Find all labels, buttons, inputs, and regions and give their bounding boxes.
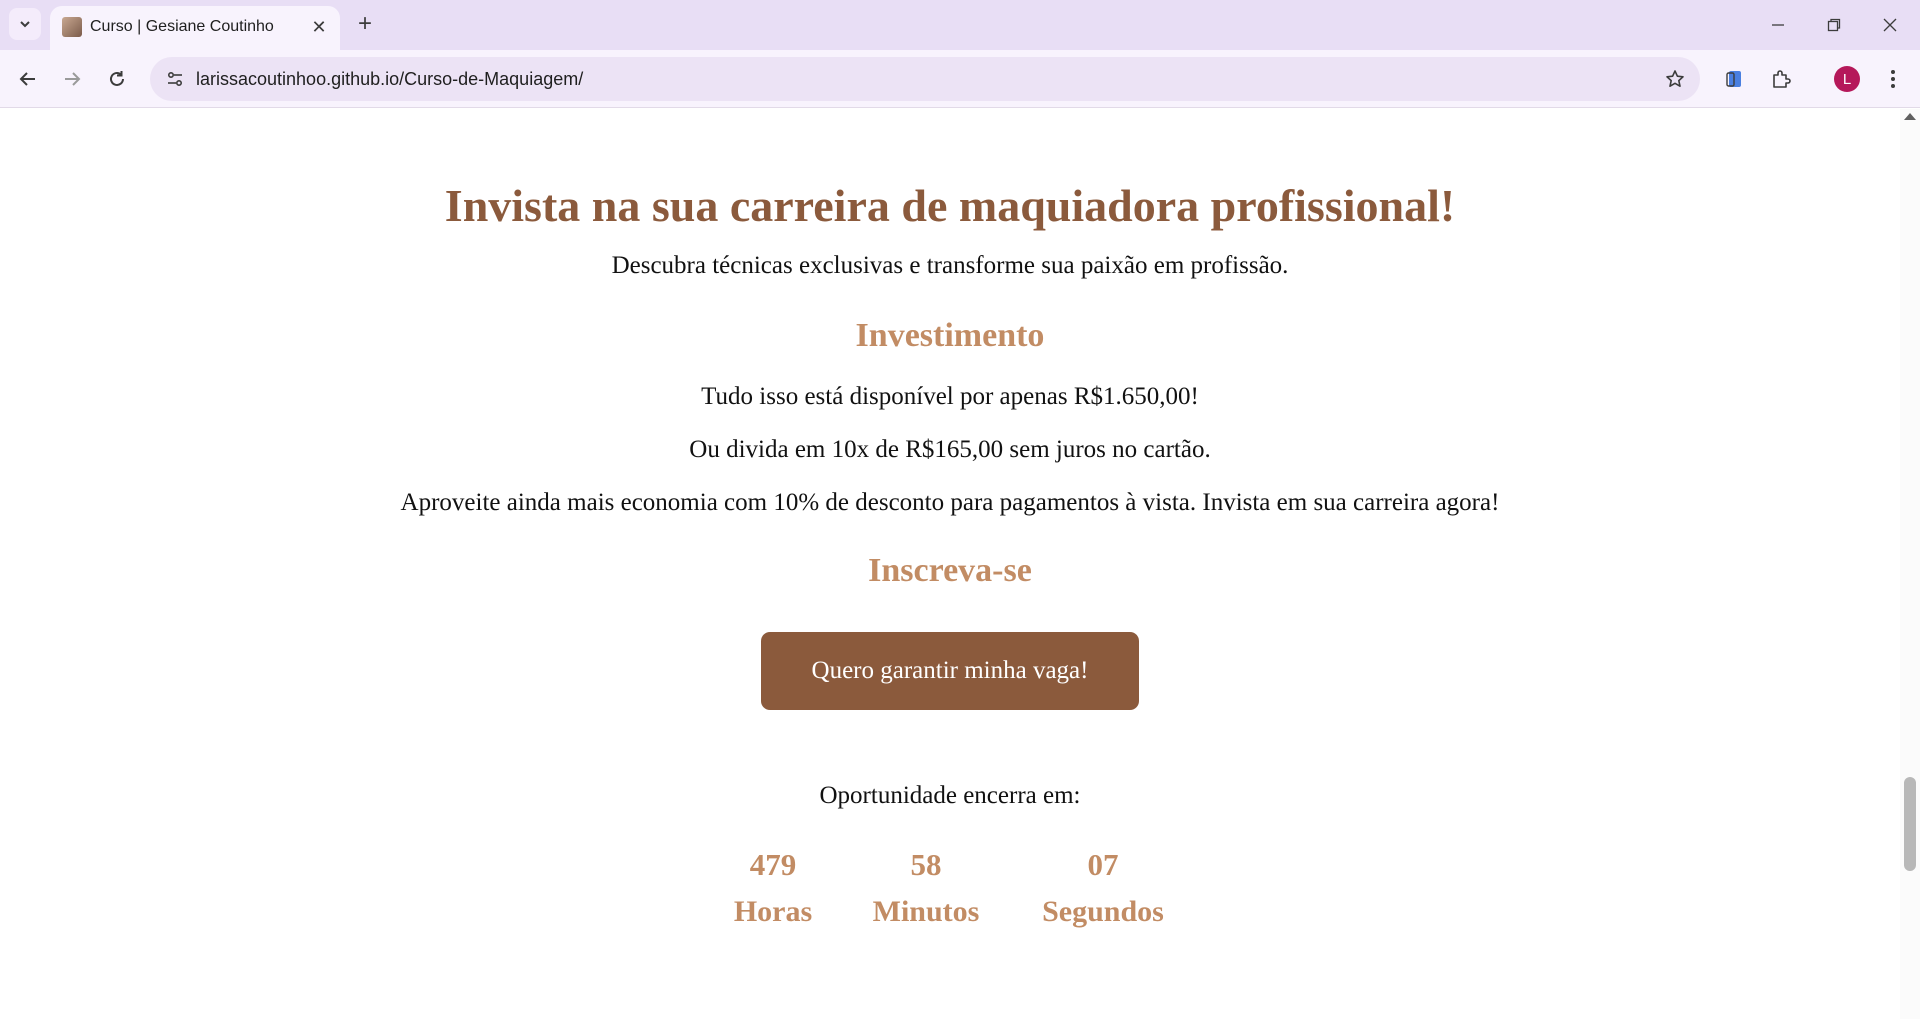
reading-mode-icon[interactable] bbox=[1715, 59, 1755, 99]
bookmark-star-icon[interactable] bbox=[1660, 64, 1690, 94]
countdown-label: Oportunidade encerra em: bbox=[819, 782, 1081, 809]
restore-button[interactable] bbox=[1806, 0, 1862, 50]
close-window-button[interactable] bbox=[1862, 0, 1918, 50]
arrow-left-icon bbox=[19, 72, 35, 86]
vertical-scrollbar[interactable] bbox=[1900, 109, 1920, 1019]
address-bar[interactable]: larissacoutinhoo.github.io/Curso-de-Maqu… bbox=[150, 57, 1700, 101]
new-tab-button[interactable]: + bbox=[350, 9, 380, 39]
kebab-menu-icon bbox=[1891, 70, 1895, 88]
tab-search-button[interactable] bbox=[9, 8, 41, 40]
browser-toolbar: larissacoutinhoo.github.io/Curso-de-Maqu… bbox=[0, 50, 1920, 108]
countdown-hours: 479 Horas bbox=[718, 847, 828, 929]
installments-line: Ou divida em 10x de R$165,00 sem juros n… bbox=[689, 436, 1211, 463]
minutes-label: Minutos bbox=[872, 895, 980, 928]
tab-strip: Curso | Gesiane Coutinho ✕ + bbox=[0, 0, 1920, 50]
close-icon bbox=[1883, 18, 1897, 32]
restore-icon bbox=[1827, 18, 1841, 32]
discount-line: Aproveite ainda mais economia com 10% de… bbox=[400, 489, 1500, 516]
avatar: L bbox=[1834, 66, 1860, 92]
signup-cta-button[interactable]: Quero garantir minha vaga! bbox=[761, 632, 1139, 710]
reload-icon bbox=[110, 71, 124, 86]
extensions-icon[interactable] bbox=[1761, 59, 1801, 99]
menu-button[interactable] bbox=[1873, 59, 1913, 99]
chevron-down-icon bbox=[20, 21, 30, 28]
minutes-value: 58 bbox=[910, 847, 942, 882]
back-button[interactable] bbox=[8, 59, 48, 99]
minimize-button[interactable] bbox=[1750, 0, 1806, 50]
seconds-value: 07 bbox=[1087, 847, 1119, 882]
url-host: larissacoutinhoo.github.io bbox=[196, 69, 400, 89]
investment-title: Investimento bbox=[855, 317, 1045, 354]
signup-title: Inscreva-se bbox=[868, 552, 1032, 589]
page-subline: Descubra técnicas exclusivas e transform… bbox=[611, 252, 1289, 279]
hours-value: 479 bbox=[749, 847, 797, 882]
hours-label: Horas bbox=[733, 895, 813, 928]
profile-avatar[interactable]: L bbox=[1827, 59, 1867, 99]
countdown-seconds: 07 Segundos bbox=[1030, 847, 1176, 929]
url-text: larissacoutinhoo.github.io/Curso-de-Maqu… bbox=[196, 69, 583, 90]
page-headline: Invista na sua carreira de maquiadora pr… bbox=[444, 180, 1456, 231]
scrollbar-thumb[interactable] bbox=[1904, 777, 1916, 871]
seconds-label: Segundos bbox=[1042, 895, 1164, 928]
arrow-right-icon bbox=[65, 72, 81, 86]
url-path: /Curso-de-Maquiagem/ bbox=[399, 69, 584, 89]
minimize-icon bbox=[1772, 24, 1784, 26]
price-line: Tudo isso está disponível por apenas R$1… bbox=[701, 383, 1199, 410]
page-viewport: Invista na sua carreira de maquiadora pr… bbox=[0, 109, 1900, 1019]
close-icon[interactable]: ✕ bbox=[308, 16, 330, 38]
tab-title: Curso | Gesiane Coutinho bbox=[90, 18, 274, 35]
reload-button[interactable] bbox=[97, 59, 137, 99]
favicon-icon bbox=[62, 17, 82, 37]
forward-button[interactable] bbox=[52, 59, 92, 99]
countdown-minutes: 58 Minutos bbox=[858, 847, 994, 929]
browser-tab[interactable]: Curso | Gesiane Coutinho ✕ bbox=[50, 6, 340, 50]
site-info-icon[interactable] bbox=[160, 64, 190, 94]
scroll-up-arrow-icon[interactable] bbox=[1904, 113, 1916, 120]
